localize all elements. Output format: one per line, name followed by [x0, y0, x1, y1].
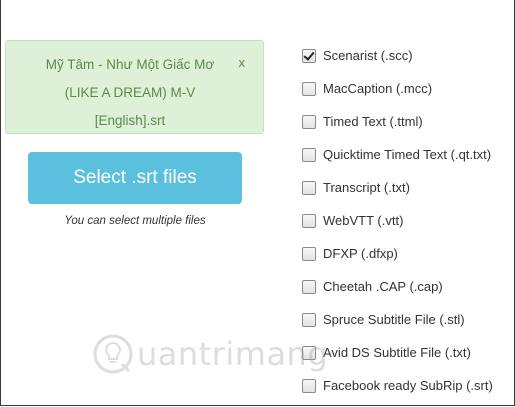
- format-option-scenarist[interactable]: Scenarist (.scc): [302, 39, 493, 72]
- format-checkbox[interactable]: [302, 81, 316, 96]
- multiple-files-hint: You can select multiple files: [64, 215, 206, 227]
- format-option-quicktime-timed-text[interactable]: Quicktime Timed Text (.qt.txt): [302, 138, 493, 171]
- format-label: Quicktime Timed Text (.qt.txt): [323, 147, 492, 162]
- format-label: MacCaption (.mcc): [323, 81, 433, 96]
- format-label: DFXP (.dfxp): [323, 246, 398, 261]
- format-option-avid-ds-subtitle[interactable]: Avid DS Subtitle File (.txt): [302, 336, 493, 369]
- format-option-dfxp[interactable]: DFXP (.dfxp): [302, 237, 493, 270]
- remove-file-button[interactable]: x: [239, 55, 246, 71]
- format-option-cheetah-cap[interactable]: Cheetah .CAP (.cap): [302, 270, 493, 303]
- format-label: Facebook ready SubRip (.srt): [323, 378, 493, 393]
- lightbulb-logo-icon: [93, 334, 133, 374]
- format-label: Scenarist (.scc): [323, 48, 413, 63]
- format-option-webvtt[interactable]: WebVTT (.vtt): [302, 204, 493, 237]
- format-checkbox[interactable]: [302, 312, 316, 327]
- file-name-line-2: (LIKE A DREAM) M-V: [64, 85, 196, 100]
- format-option-maccaption[interactable]: MacCaption (.mcc): [302, 72, 493, 105]
- watermark: uantrimang: [93, 334, 328, 374]
- format-checkbox[interactable]: [302, 279, 316, 294]
- format-label: Spruce Subtitle File (.stl): [323, 312, 465, 327]
- file-name-line-3: [English].srt: [94, 113, 166, 128]
- uploaded-file-name: Mỹ Tâm - Như Một Giấc Mơ (LIKE A DREAM) …: [28, 51, 232, 135]
- format-checkbox[interactable]: [302, 114, 316, 129]
- format-label: Cheetah .CAP (.cap): [323, 279, 443, 294]
- format-checkbox[interactable]: [302, 213, 316, 228]
- format-checkbox[interactable]: [302, 378, 316, 393]
- format-label: Timed Text (.ttml): [323, 114, 423, 129]
- format-checkbox[interactable]: [302, 345, 316, 360]
- format-label: Transcript (.txt): [323, 180, 410, 195]
- format-option-transcript[interactable]: Transcript (.txt): [302, 171, 493, 204]
- format-label: WebVTT (.vtt): [323, 213, 404, 228]
- watermark-text: uantrimang: [137, 335, 329, 373]
- format-option-facebook-subrip[interactable]: Facebook ready SubRip (.srt): [302, 369, 493, 402]
- output-format-list: Scenarist (.scc) MacCaption (.mcc) Timed…: [302, 39, 493, 402]
- format-checkbox[interactable]: [302, 48, 316, 63]
- format-option-spruce-subtitle[interactable]: Spruce Subtitle File (.stl): [302, 303, 493, 336]
- select-srt-files-button[interactable]: Select .srt files: [28, 152, 242, 204]
- format-checkbox[interactable]: [302, 246, 316, 261]
- file-name-line-1: Mỹ Tâm - Như Một Giấc Mơ: [45, 57, 215, 72]
- format-option-timed-text[interactable]: Timed Text (.ttml): [302, 105, 493, 138]
- format-checkbox[interactable]: [302, 147, 316, 162]
- format-label: Avid DS Subtitle File (.txt): [323, 345, 471, 360]
- format-checkbox[interactable]: [302, 180, 316, 195]
- uploaded-file-card: Mỹ Tâm - Như Một Giấc Mơ (LIKE A DREAM) …: [5, 40, 264, 134]
- app-frame: Mỹ Tâm - Như Một Giấc Mơ (LIKE A DREAM) …: [0, 0, 515, 406]
